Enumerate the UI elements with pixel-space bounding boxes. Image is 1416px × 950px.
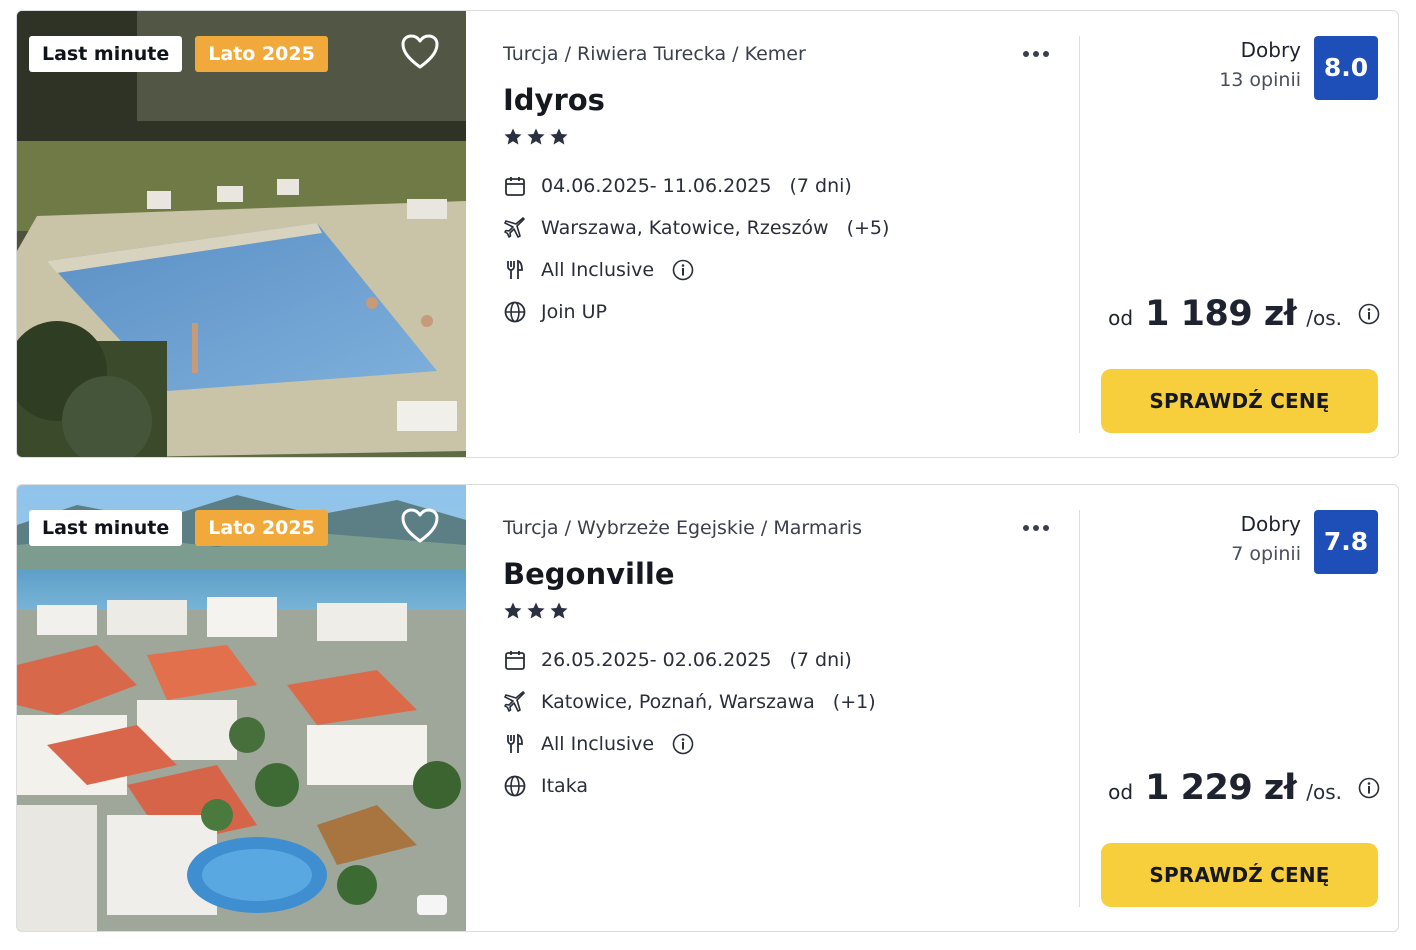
rating-score-badge: 7.8 — [1314, 510, 1378, 574]
more-airports-count[interactable]: (+5) — [847, 217, 890, 239]
star-icon — [550, 602, 568, 619]
offer-card[interactable]: Last minute Lato 2025 Turcja / Riwiera T… — [16, 10, 1399, 458]
cutlery-icon — [503, 258, 527, 282]
departure-row: Katowice, Poznań, Warszawa (+1) — [503, 687, 876, 717]
hotel-photo[interactable]: Last minute Lato 2025 — [17, 11, 466, 457]
last-minute-badge: Last minute — [29, 510, 183, 546]
globe-icon — [503, 300, 527, 324]
departure-airports: Warszawa, Katowice, Rzeszów — [541, 217, 829, 239]
board-row: All Inclusive — [503, 729, 694, 759]
departure-row: Warszawa, Katowice, Rzeszów (+5) — [503, 213, 889, 243]
season-badge: Lato 2025 — [195, 36, 328, 72]
more-options-icon[interactable] — [1018, 517, 1054, 539]
price-line: od 1 189 zł /os. — [1108, 294, 1380, 334]
badge-group: Last minute Lato 2025 — [29, 510, 328, 546]
calendar-icon — [503, 648, 527, 672]
offer-info: Turcja / Wybrzeże Egejskie / Marmaris Be… — [466, 485, 1080, 931]
board-row: All Inclusive — [503, 255, 694, 285]
review-count[interactable]: 13 opinii — [1219, 69, 1301, 91]
divider — [1079, 510, 1080, 907]
rating-label: Dobry — [1240, 512, 1301, 536]
trip-duration: (7 dni) — [789, 649, 852, 671]
location-breadcrumb[interactable]: Turcja / Wybrzeże Egejskie / Marmaris — [503, 517, 862, 539]
cutlery-icon — [503, 732, 527, 756]
price-amount: 1 229 zł — [1145, 768, 1297, 808]
star-rating — [503, 127, 569, 147]
divider — [1079, 36, 1080, 433]
price-amount: 1 189 zł — [1145, 294, 1297, 334]
heart-icon[interactable] — [400, 33, 440, 71]
check-price-button[interactable]: SPRAWDŹ CENĘ — [1101, 843, 1378, 907]
globe-icon — [503, 774, 527, 798]
info-icon[interactable] — [672, 259, 694, 281]
rating-label: Dobry — [1240, 38, 1301, 62]
offer-info: Turcja / Riwiera Turecka / Kemer Idyros … — [466, 11, 1080, 457]
price-unit: /os. — [1306, 306, 1342, 330]
offer-list: Last minute Lato 2025 Turcja / Riwiera T… — [0, 0, 1416, 950]
price-prefix: od — [1108, 306, 1134, 330]
price-prefix: od — [1108, 780, 1134, 804]
board-type: All Inclusive — [541, 733, 655, 755]
tour-operator: Join UP — [541, 301, 607, 323]
operator-row: Itaka — [503, 771, 588, 801]
star-rating — [503, 601, 569, 621]
location-breadcrumb[interactable]: Turcja / Riwiera Turecka / Kemer — [503, 43, 806, 65]
hotel-photo[interactable]: Last minute Lato 2025 — [17, 485, 466, 931]
travel-dates: 04.06.2025- 11.06.2025 — [541, 175, 772, 197]
star-icon — [550, 128, 568, 145]
travel-dates: 26.05.2025- 02.06.2025 — [541, 649, 772, 671]
price-info-icon[interactable] — [1358, 777, 1380, 799]
hotel-name[interactable]: Begonville — [503, 557, 675, 591]
rating-score-badge: 8.0 — [1314, 36, 1378, 100]
info-icon[interactable] — [672, 733, 694, 755]
star-icon — [527, 128, 545, 145]
departure-airports: Katowice, Poznań, Warszawa — [541, 691, 815, 713]
calendar-icon — [503, 174, 527, 198]
hotel-name[interactable]: Idyros — [503, 83, 605, 117]
star-icon — [504, 128, 522, 145]
star-icon — [504, 602, 522, 619]
star-icon — [527, 602, 545, 619]
price-info-icon[interactable] — [1358, 303, 1380, 325]
more-options-icon[interactable] — [1018, 43, 1054, 65]
season-badge: Lato 2025 — [195, 510, 328, 546]
hotel-pool-photo — [17, 11, 466, 457]
dates-row: 26.05.2025- 02.06.2025 (7 dni) — [503, 645, 852, 675]
more-airports-count[interactable]: (+1) — [833, 691, 876, 713]
heart-icon[interactable] — [400, 507, 440, 545]
review-count[interactable]: 7 opinii — [1231, 543, 1301, 565]
airplane-icon — [503, 216, 527, 240]
last-minute-badge: Last minute — [29, 36, 183, 72]
airplane-icon — [503, 690, 527, 714]
coastal-town-aerial-photo — [17, 485, 466, 931]
price-line: od 1 229 zł /os. — [1108, 768, 1380, 808]
tour-operator: Itaka — [541, 775, 589, 797]
offer-card[interactable]: Last minute Lato 2025 Turcja / Wybrzeże … — [16, 484, 1399, 932]
badge-group: Last minute Lato 2025 — [29, 36, 328, 72]
board-type: All Inclusive — [541, 259, 655, 281]
check-price-button[interactable]: SPRAWDŹ CENĘ — [1101, 369, 1378, 433]
operator-row: Join UP — [503, 297, 607, 327]
dates-row: 04.06.2025- 11.06.2025 (7 dni) — [503, 171, 852, 201]
price-unit: /os. — [1306, 780, 1342, 804]
trip-duration: (7 dni) — [789, 175, 852, 197]
